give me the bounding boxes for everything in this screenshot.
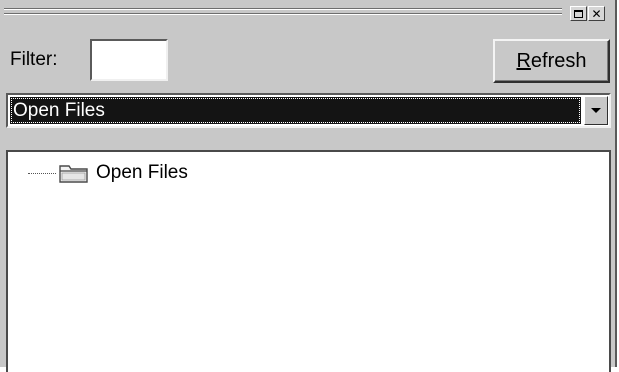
maximize-icon — [574, 9, 583, 18]
dropdown-arrow-button[interactable] — [584, 96, 608, 125]
filter-input[interactable] — [90, 39, 168, 81]
folder-icon — [59, 165, 88, 183]
view-select-value: Open Files — [10, 97, 581, 124]
file-browser-window: ✕ Filter: Refresh Open Files Open Files — [0, 0, 617, 372]
tree-node-label: Open Files — [96, 162, 188, 183]
file-tree[interactable]: Open Files — [6, 150, 611, 372]
title-bar[interactable]: ✕ — [0, 0, 615, 26]
title-grip-line — [4, 8, 562, 10]
tree-connector-line — [28, 172, 56, 174]
filter-label: Filter: — [10, 49, 58, 70]
refresh-button-label: efresh — [530, 49, 587, 72]
close-button[interactable]: ✕ — [588, 6, 605, 21]
close-icon: ✕ — [591, 6, 602, 21]
refresh-button[interactable]: Refresh — [493, 39, 610, 83]
refresh-button-mnemonic: R — [516, 49, 531, 72]
maximize-button[interactable] — [570, 6, 587, 21]
chevron-down-icon — [591, 108, 601, 113]
view-select[interactable]: Open Files — [6, 93, 611, 128]
title-grip-line — [4, 13, 562, 15]
tree-node-open-files[interactable]: Open Files — [28, 160, 188, 186]
